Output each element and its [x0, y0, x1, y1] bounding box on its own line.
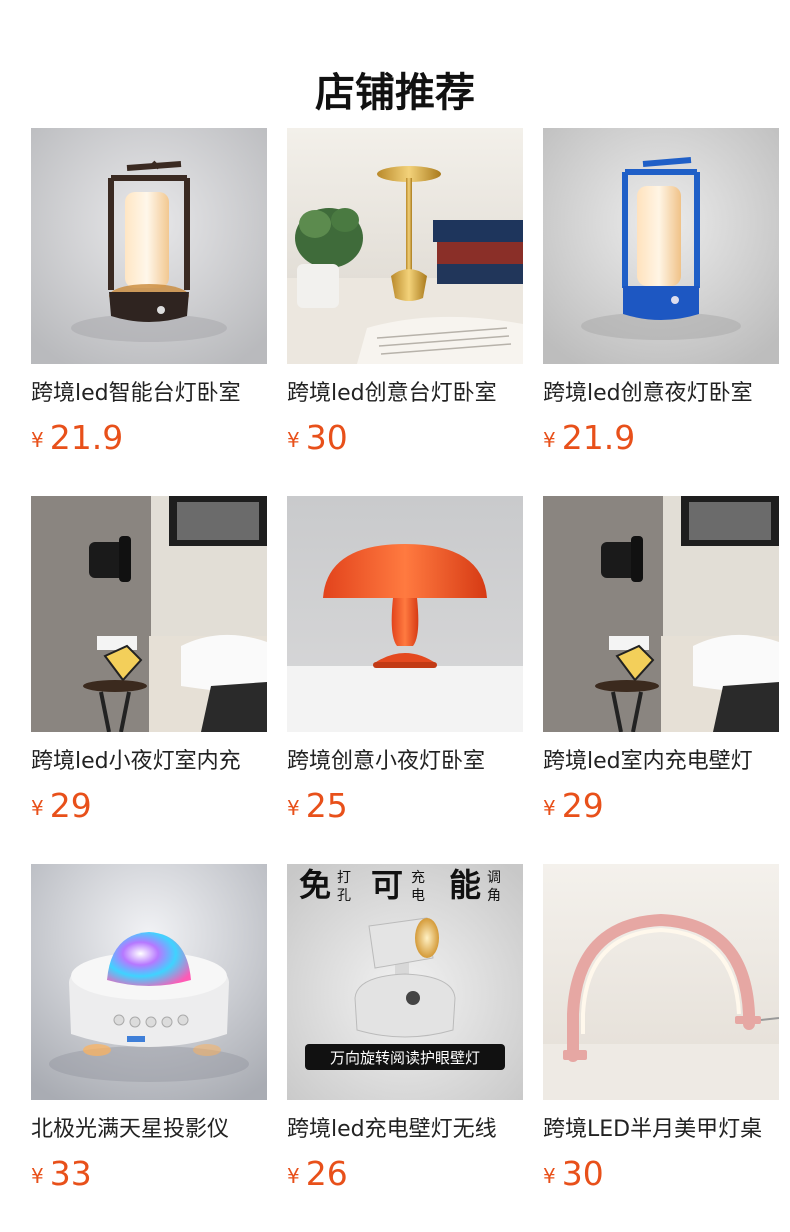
- product-card[interactable]: 跨境led室内充电壁灯 ¥29: [543, 496, 779, 836]
- product-name[interactable]: 跨境led室内充电壁灯: [543, 746, 779, 778]
- currency-symbol: ¥: [543, 796, 556, 820]
- promo-big-text-1: 免: [299, 866, 331, 904]
- price-value: 21.9: [49, 418, 124, 457]
- product-price: ¥29: [543, 788, 779, 824]
- product-image[interactable]: [287, 496, 523, 732]
- product-image[interactable]: [31, 128, 267, 364]
- product-image[interactable]: [287, 128, 523, 364]
- promo-small-text: 充: [411, 870, 425, 886]
- product-card[interactable]: 跨境LED半月美甲灯桌 ¥30: [543, 864, 779, 1204]
- product-image[interactable]: [543, 128, 779, 364]
- price-value: 30: [305, 418, 348, 457]
- product-name[interactable]: 跨境LED半月美甲灯桌: [543, 1114, 779, 1146]
- product-image[interactable]: [31, 864, 267, 1100]
- currency-symbol: ¥: [31, 428, 44, 452]
- promo-small-text: 打: [337, 869, 351, 886]
- price-value: 25: [305, 786, 348, 825]
- product-name[interactable]: 跨境led智能台灯卧室: [31, 378, 267, 410]
- product-name[interactable]: 跨境创意小夜灯卧室: [287, 746, 523, 778]
- price-value: 29: [49, 786, 92, 825]
- product-card[interactable]: 跨境led创意夜灯卧室 ¥21.9: [543, 128, 779, 468]
- product-name[interactable]: 跨境led创意台灯卧室: [287, 378, 523, 410]
- currency-symbol: ¥: [287, 796, 300, 820]
- price-value: 30: [561, 1154, 604, 1193]
- product-card[interactable]: 跨境led智能台灯卧室 ¥21.9: [31, 128, 267, 468]
- product-price: ¥25: [287, 788, 523, 824]
- currency-symbol: ¥: [287, 428, 300, 452]
- product-price: ¥30: [287, 420, 523, 456]
- promo-small-text: 孔: [337, 888, 351, 904]
- product-card[interactable]: 北极光满天星投影仪 ¥33: [31, 864, 267, 1204]
- promo-caption: 万向旋转阅读护眼壁灯: [330, 1049, 480, 1067]
- product-price: ¥26: [287, 1156, 523, 1192]
- product-image[interactable]: [543, 864, 779, 1100]
- price-value: 29: [561, 786, 604, 825]
- currency-symbol: ¥: [287, 1164, 300, 1188]
- currency-symbol: ¥: [543, 428, 556, 452]
- product-image[interactable]: [543, 496, 779, 732]
- promo-small-text: 调: [487, 870, 501, 886]
- currency-symbol: ¥: [31, 1164, 44, 1188]
- product-name[interactable]: 跨境led充电壁灯无线: [287, 1114, 523, 1146]
- promo-small-text: 电: [411, 888, 425, 904]
- currency-symbol: ¥: [543, 1164, 556, 1188]
- product-card[interactable]: 免 打 孔 可 充 电 能 调 角 万向旋转阅读护眼壁灯 跨境led充电壁灯无线…: [287, 864, 523, 1204]
- product-image[interactable]: 免 打 孔 可 充 电 能 调 角 万向旋转阅读护眼壁灯: [287, 864, 523, 1100]
- product-name[interactable]: 跨境led创意夜灯卧室: [543, 378, 779, 410]
- price-value: 21.9: [561, 418, 636, 457]
- product-name[interactable]: 跨境led小夜灯室内充: [31, 746, 267, 778]
- page-title: 店铺推荐: [315, 69, 475, 116]
- product-price: ¥33: [31, 1156, 267, 1192]
- product-card[interactable]: 跨境led创意台灯卧室 ¥30: [287, 128, 523, 468]
- product-price: ¥30: [543, 1156, 779, 1192]
- product-image[interactable]: [31, 496, 267, 732]
- promo-small-text: 角: [487, 888, 501, 904]
- product-price: ¥21.9: [543, 420, 779, 456]
- product-card[interactable]: 跨境创意小夜灯卧室 ¥25: [287, 496, 523, 836]
- product-card[interactable]: 跨境led小夜灯室内充 ¥29: [31, 496, 267, 836]
- price-value: 26: [305, 1154, 348, 1193]
- product-price: ¥29: [31, 788, 267, 824]
- promo-big-text-2: 可: [371, 866, 403, 904]
- product-name[interactable]: 北极光满天星投影仪: [31, 1114, 267, 1146]
- price-value: 33: [49, 1154, 92, 1193]
- product-price: ¥21.9: [31, 420, 267, 456]
- promo-big-text-3: 能: [449, 866, 481, 904]
- currency-symbol: ¥: [31, 796, 44, 820]
